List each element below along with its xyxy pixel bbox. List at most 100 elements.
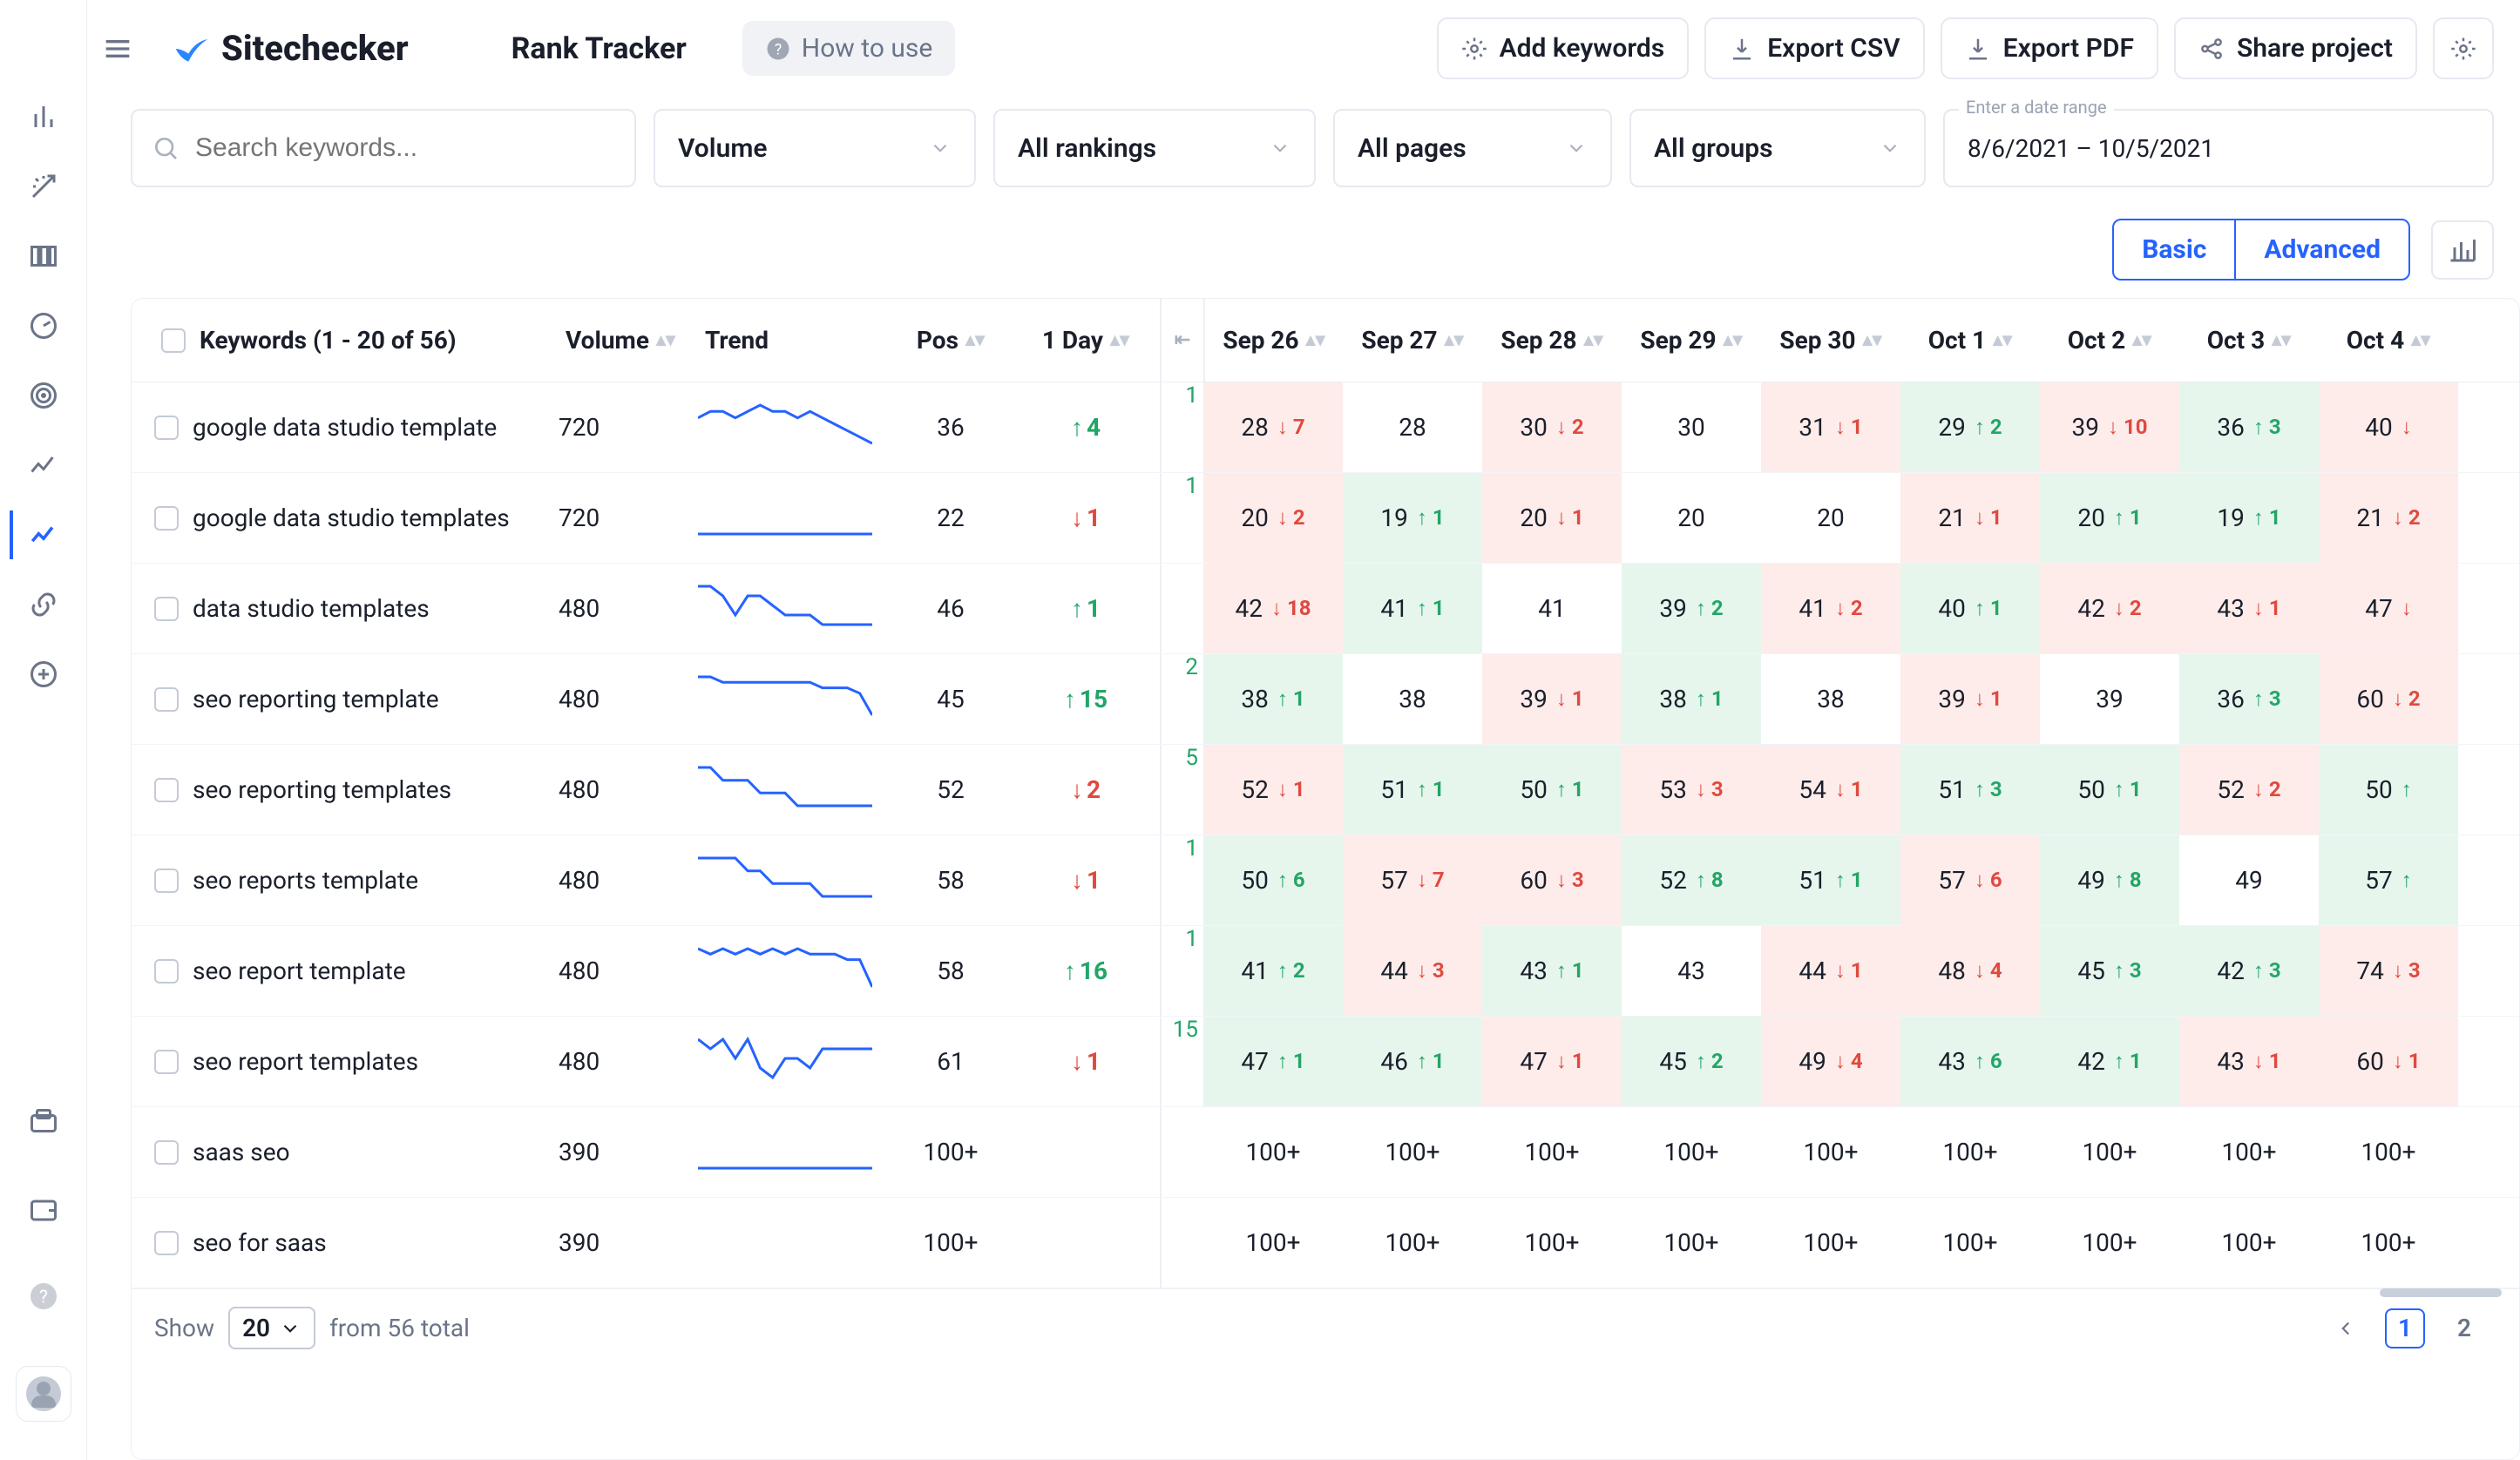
user-avatar[interactable] (16, 1366, 71, 1422)
col-date[interactable]: Sep 28▴▾ (1482, 326, 1622, 355)
table-row: seo reports template48058↓1150↑ 657↓ 760… (132, 835, 2519, 926)
filter-groups[interactable]: All groups (1629, 109, 1926, 187)
date-cell: 44↓ 1 (1761, 926, 1900, 1016)
row-checkbox[interactable] (154, 1140, 179, 1165)
nav-add[interactable] (19, 650, 68, 699)
nav-trends[interactable] (19, 441, 68, 490)
date-cell: 40↑ 1 (1900, 564, 2040, 653)
nav-insights[interactable] (19, 92, 68, 141)
filter-pages[interactable]: All pages (1333, 109, 1612, 187)
date-cell: 57↑ (2319, 835, 2458, 925)
date-cell: 38↑ 1 (1203, 654, 1343, 744)
col-date[interactable]: Sep 30▴▾ (1761, 326, 1900, 355)
date-cell: 100+ (1203, 1107, 1343, 1197)
pos-cell: 46 (890, 594, 1012, 623)
col-trend[interactable]: Trend (698, 326, 890, 355)
date-cell: 30↓ 2 (1482, 382, 1622, 472)
filter-date-range[interactable]: Enter a date range 8/6/2021 – 10/5/2021 (1943, 109, 2494, 187)
sparkline (698, 855, 872, 899)
share-project-button[interactable]: Share project (2174, 17, 2417, 79)
page-2[interactable]: 2 (2444, 1308, 2484, 1348)
search-keywords[interactable] (131, 109, 636, 187)
keyword-cell[interactable]: seo report templates (193, 1046, 559, 1077)
date-cell: 42↑ 3 (2179, 926, 2319, 1016)
menu-toggle[interactable] (87, 31, 148, 66)
date-cell: 47↓ 1 (1482, 1017, 1622, 1106)
col-date[interactable]: Oct 4▴▾ (2319, 326, 2458, 355)
mode-bar: Basic Advanced (87, 199, 2520, 289)
nav-magic[interactable] (19, 162, 68, 211)
col-date[interactable]: Oct 2▴▾ (2040, 326, 2179, 355)
export-pdf-button[interactable]: Export PDF (1941, 17, 2158, 79)
row-checkbox[interactable] (154, 506, 179, 531)
nav-wallet[interactable] (19, 1185, 68, 1234)
settings-button[interactable] (2433, 17, 2494, 79)
tab-advanced[interactable]: Advanced (2234, 220, 2408, 279)
date-cell: 53↓ 3 (1622, 745, 1761, 835)
filter-rankings-label: All rankings (1018, 133, 1156, 164)
keyword-cell[interactable]: saas seo (193, 1137, 559, 1167)
search-input[interactable] (195, 133, 615, 163)
keyword-cell[interactable]: google data studio templates (193, 503, 559, 533)
col-volume[interactable]: Volume▴▾ (559, 326, 698, 355)
keyword-cell[interactable]: seo report template (193, 956, 559, 986)
row-checkbox[interactable] (154, 778, 179, 802)
row-checkbox[interactable] (154, 869, 179, 893)
row-checkbox[interactable] (154, 597, 179, 621)
pos-cell: 58 (890, 866, 1012, 895)
date-cell: 51↑ 3 (1900, 745, 2040, 835)
date-cell: 29↑ 2 (1900, 382, 2040, 472)
date-cell: 100+ (1343, 1107, 1482, 1197)
chart-view-toggle[interactable] (2431, 220, 2494, 280)
keyword-cell[interactable]: seo for saas (193, 1227, 559, 1258)
how-to-use-button[interactable]: ? How to use (742, 21, 956, 76)
trend-cell (698, 674, 890, 724)
date-cell: 100+ (1622, 1107, 1761, 1197)
col-pos[interactable]: Pos▴▾ (890, 326, 1012, 355)
keyword-cell[interactable]: seo reports template (193, 865, 559, 896)
col-date[interactable]: Oct 3▴▾ (2179, 326, 2319, 355)
row-checkbox[interactable] (154, 1231, 179, 1255)
row-checkbox[interactable] (154, 687, 179, 712)
row-checkbox[interactable] (154, 416, 179, 440)
keyword-cell[interactable]: seo reporting template (193, 684, 559, 714)
keyword-cell[interactable]: data studio templates (193, 593, 559, 624)
date-cell: 49↓ 4 (1761, 1017, 1900, 1106)
col-date[interactable]: Sep 29▴▾ (1622, 326, 1761, 355)
page-size-select[interactable]: 20 (228, 1307, 315, 1349)
row-checkbox[interactable] (154, 1050, 179, 1074)
volume-cell: 390 (559, 1228, 698, 1257)
nav-speed[interactable] (19, 301, 68, 350)
nav-target[interactable] (19, 371, 68, 420)
filter-rankings[interactable]: All rankings (993, 109, 1316, 187)
col-date[interactable]: Sep 27▴▾ (1343, 326, 1482, 355)
keyword-cell[interactable]: seo reporting templates (193, 774, 559, 805)
table-row: seo reporting templates48052↓2552↓ 151↑ … (132, 745, 2519, 835)
sparkline (698, 493, 872, 537)
nav-widget[interactable] (19, 1098, 68, 1146)
nav-links[interactable] (19, 580, 68, 629)
date-scroll-handle[interactable]: ⇤ (1160, 299, 1203, 382)
col-keywords[interactable]: Keywords (1 - 20 of 56) (193, 326, 559, 355)
col-date[interactable]: Sep 26▴▾ (1203, 299, 1343, 382)
filter-volume[interactable]: Volume (654, 109, 976, 187)
select-all-checkbox[interactable] (161, 328, 186, 353)
keyword-cell[interactable]: google data studio template (193, 412, 559, 443)
export-csv-label: Export CSV (1767, 33, 1900, 64)
date-cell: 100+ (1761, 1107, 1900, 1197)
export-csv-button[interactable]: Export CSV (1704, 17, 1924, 79)
col-1day[interactable]: 1 Day▴▾ (1012, 326, 1160, 355)
horizontal-scrollbar[interactable] (2380, 1288, 2502, 1297)
brand-logo[interactable]: Sitechecker (173, 28, 409, 69)
nav-help[interactable]: ? (19, 1272, 68, 1321)
page-1[interactable]: 1 (2385, 1308, 2425, 1348)
add-keywords-button[interactable]: Add keywords (1437, 17, 1690, 79)
row-checkbox[interactable] (154, 959, 179, 983)
page-prev[interactable] (2326, 1308, 2366, 1348)
date-cell: 20 (1761, 473, 1900, 563)
tab-basic[interactable]: Basic (2114, 220, 2234, 279)
nav-columns[interactable] (19, 232, 68, 281)
col-date[interactable]: Oct 1▴▾ (1900, 326, 2040, 355)
date-cell: 41↑ 1 (1343, 564, 1482, 653)
nav-rank-tracker[interactable] (10, 510, 58, 559)
